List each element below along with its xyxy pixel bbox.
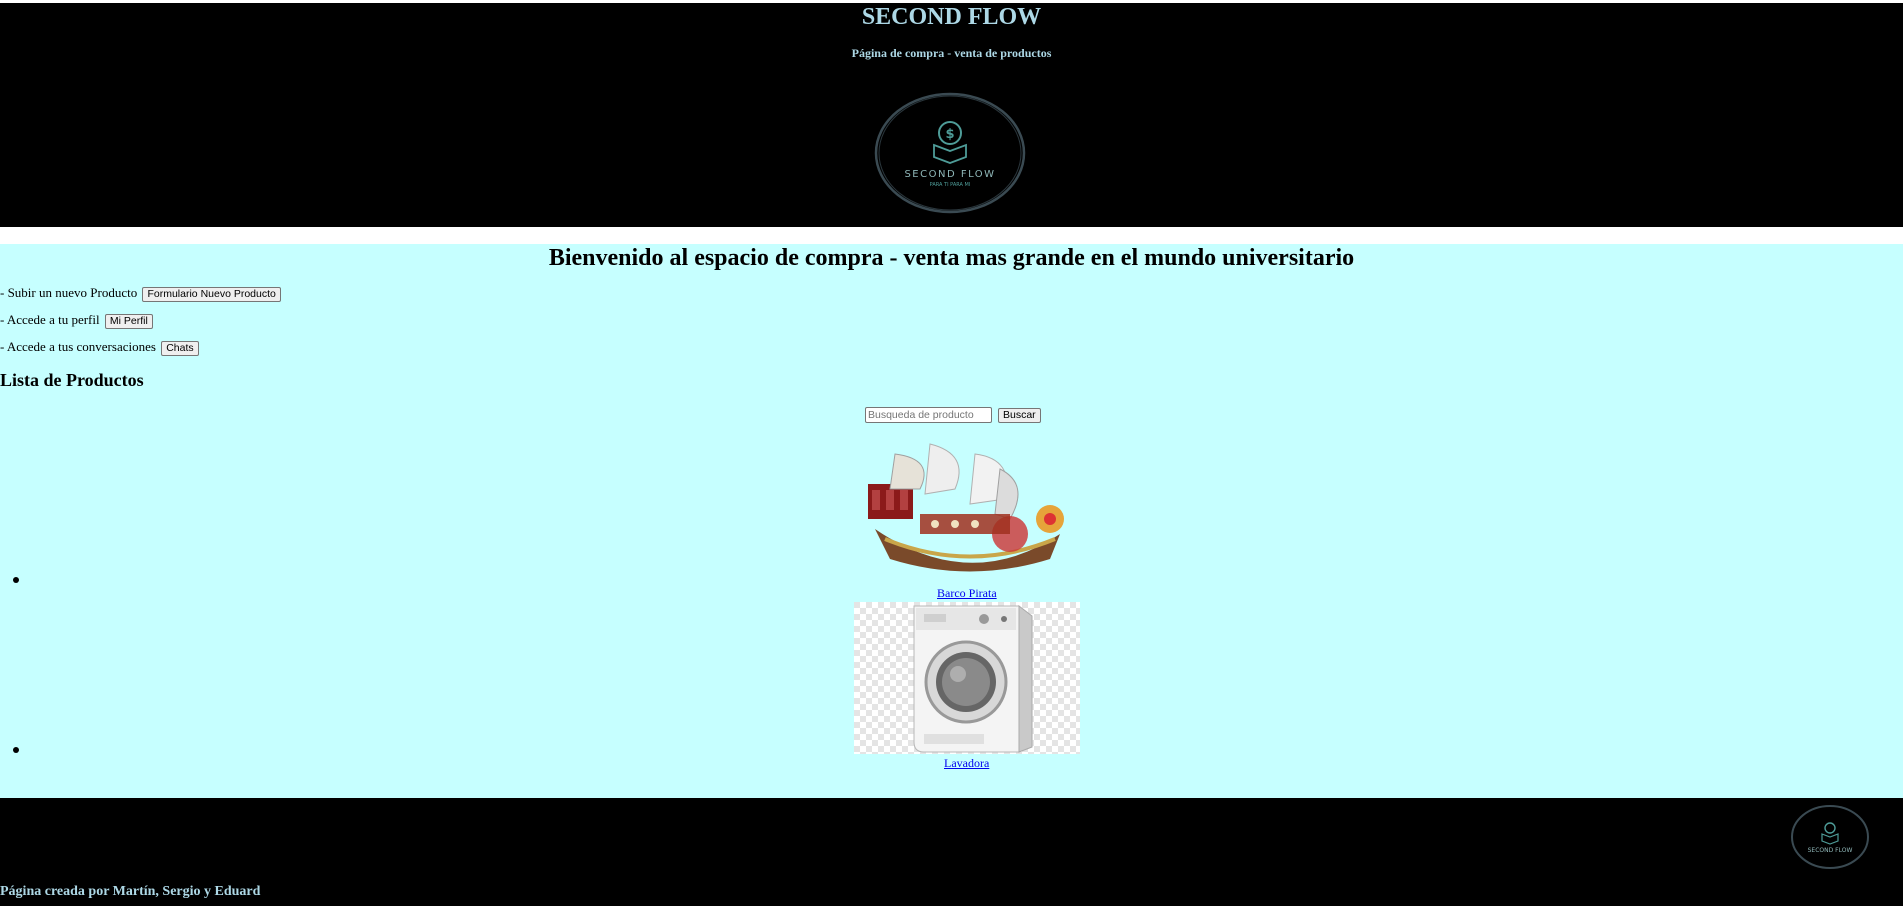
search-input[interactable] [865, 407, 992, 424]
search-button[interactable]: Buscar [998, 407, 1041, 423]
washing-machine-image[interactable] [854, 602, 1080, 754]
svg-text:PARA TI PARA MI: PARA TI PARA MI [930, 182, 971, 188]
product-list-title: Lista de Productos [0, 370, 144, 390]
search-bar: Buscar [865, 406, 1041, 424]
welcome-heading: Bienvenido al espacio de compra - venta … [548, 245, 1355, 271]
chats-button[interactable]: Chats [161, 340, 199, 356]
list-bullet [13, 747, 19, 753]
action-label: - Accede a tus conversaciones [0, 339, 156, 354]
action-label: - Subir un nuevo Producto [0, 285, 138, 300]
svg-text:SECOND FLOW: SECOND FLOW [1808, 847, 1853, 854]
page-header: SECOND FLOW Página de compra - venta de … [0, 3, 1903, 227]
site-subtitle: Página de compra - venta de productos [851, 46, 1052, 60]
action-chats: - Accede a tus conversaciones Chats [0, 339, 199, 356]
product-link-barco-pirata[interactable]: Barco Pirata [937, 586, 997, 601]
site-title: SECOND FLOW [861, 4, 1042, 30]
svg-text:$: $ [945, 127, 954, 142]
pirate-ship-image[interactable] [860, 434, 1080, 584]
my-profile-button[interactable]: Mi Perfil [104, 313, 153, 329]
main-content: Bienvenido al espacio de compra - venta … [0, 244, 1903, 798]
action-new-product: - Subir un nuevo Producto Formulario Nue… [0, 285, 281, 302]
product-link-lavadora[interactable]: Lavadora [944, 756, 989, 771]
new-product-form-button[interactable]: Formulario Nuevo Producto [142, 286, 281, 302]
page-footer: SECOND FLOW Página creada por Martín, Se… [0, 798, 1903, 906]
svg-text:SECOND FLOW: SECOND FLOW [904, 169, 995, 180]
site-logo: $ SECOND FLOW PARA TI PARA MI [874, 92, 1026, 214]
action-label: - Accede a tu perfil [0, 312, 100, 327]
list-bullet [13, 577, 19, 583]
footer-credit: Página creada por Martín, Sergio y Eduar… [0, 884, 261, 899]
action-profile: - Accede a tu perfil Mi Perfil [0, 312, 153, 329]
footer-logo: SECOND FLOW [1791, 805, 1869, 869]
